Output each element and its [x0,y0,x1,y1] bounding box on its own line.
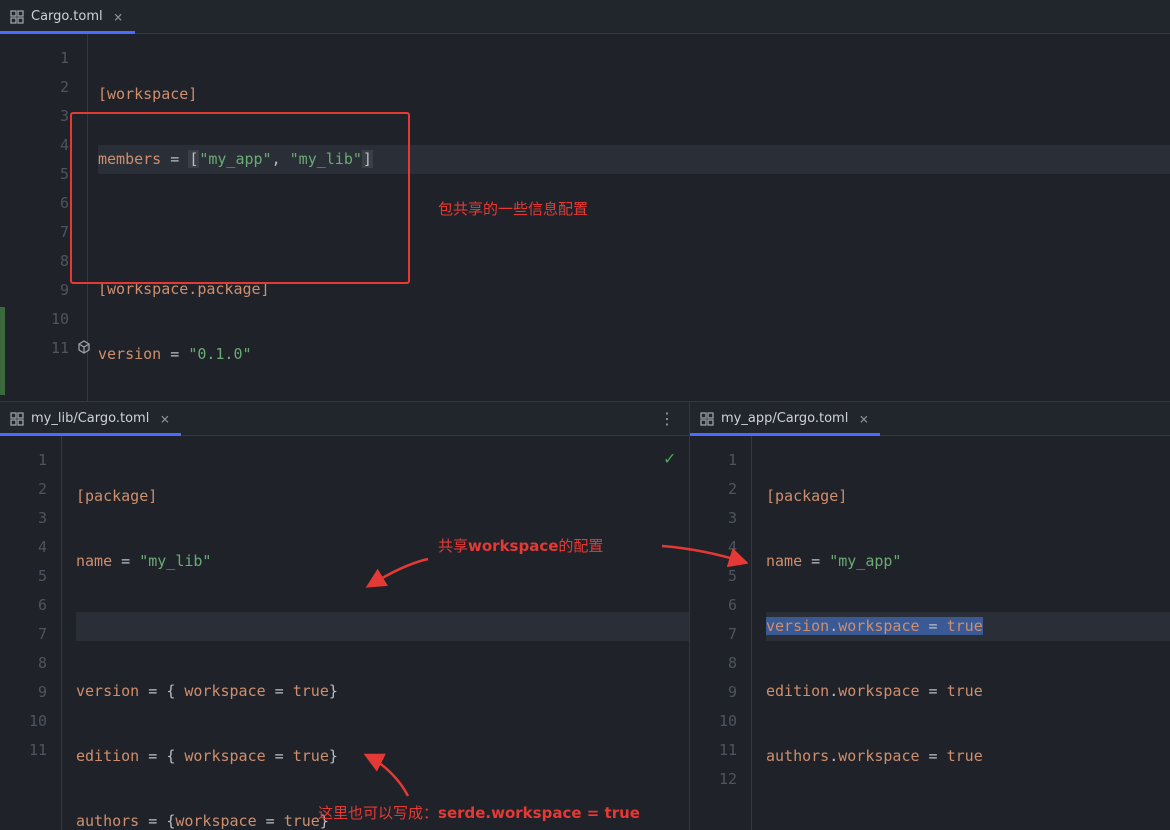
editor-right[interactable]: 1234 5678 9101112 [package] name = "my_a… [690,436,1170,830]
close-icon[interactable]: × [114,8,123,26]
gutter: 1234 5678 91011 [0,436,62,830]
editor-left[interactable]: ✓ 1234 5678 91011 [package] name = "my_l… [0,436,689,830]
tabbar-left: my_lib/Cargo.toml × ⋮ [0,402,689,436]
toml-file-icon [700,412,714,426]
more-icon[interactable]: ⋮ [659,409,677,428]
code[interactable]: [workspace] members = ["my_app", "my_lib… [88,34,1170,401]
toml-file-icon [10,10,24,24]
tab-cargo-toml[interactable]: Cargo.toml × [0,0,135,33]
tab-label: Cargo.toml [31,9,103,24]
tab-label: my_app/Cargo.toml [721,411,848,426]
tabbar-right: my_app/Cargo.toml × [690,402,1170,436]
tab-label: my_lib/Cargo.toml [31,411,149,426]
editor-top[interactable]: 1 2 3 4 5 6 7 8 9 10 11 [workspace] memb… [0,34,1170,401]
tabbar-top: Cargo.toml × [0,0,1170,34]
gutter: 1 2 3 4 5 6 7 8 9 10 11 [0,34,88,401]
gutter: 1234 5678 9101112 [690,436,752,830]
tab-myapp-cargo[interactable]: my_app/Cargo.toml × [690,402,880,435]
highlight-box-workspace-package [70,112,410,284]
close-icon[interactable]: × [160,410,169,428]
code[interactable]: [package] name = "my_lib" version = { wo… [62,436,689,830]
tab-mylib-cargo[interactable]: my_lib/Cargo.toml × [0,402,181,435]
close-icon[interactable]: × [859,410,868,428]
code[interactable]: [package] name = "my_app" version.worksp… [752,436,1170,830]
toml-file-icon [10,412,24,426]
